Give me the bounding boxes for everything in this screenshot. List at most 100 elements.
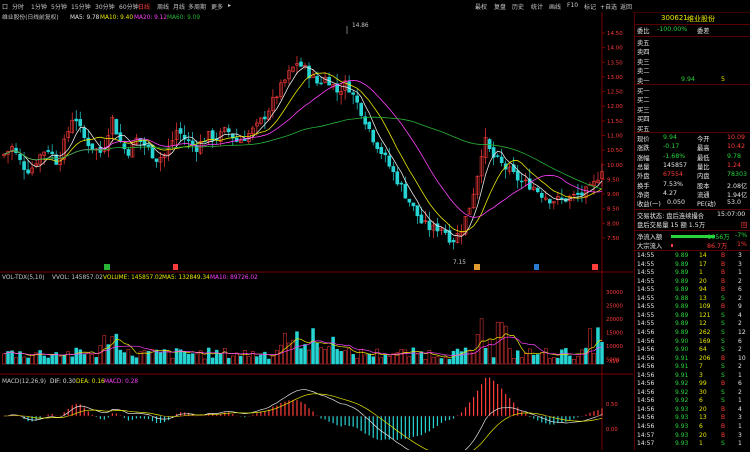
tab-9[interactable]: 多周期 — [188, 2, 206, 11]
volume-title: VOL-TDX(5,10) — [2, 275, 45, 281]
volume-label: VOLUME: 145857.02 — [103, 275, 163, 281]
tab-10[interactable]: 更多 — [211, 2, 223, 11]
candle — [539, 192, 544, 198]
volume-bar — [311, 328, 315, 365]
candle — [383, 152, 388, 156]
tab-0[interactable]: 分时 — [12, 2, 24, 11]
kline-chart-svg[interactable]: 维业股份(日线前复权) MA5: 9.78 MA10: 9.40 MA20: 9… — [0, 12, 633, 452]
tab-8[interactable]: 月线 — [173, 2, 185, 11]
macd-axis-tick: 0.50 — [606, 402, 618, 408]
volume-bar — [451, 350, 456, 365]
tab-7[interactable]: 周线 — [157, 2, 169, 11]
candle — [576, 192, 580, 195]
macd-axis-tick: 0.00 — [606, 427, 618, 433]
tab-3[interactable]: 15分钟 — [71, 2, 91, 11]
event-marker[interactable] — [534, 264, 539, 270]
volume-bar — [556, 357, 560, 365]
volume-bar — [62, 354, 66, 365]
toolbar-item-5[interactable]: F10 — [567, 2, 578, 9]
volume-bar — [411, 347, 416, 365]
toolbar-item-2[interactable]: 历史 — [512, 2, 524, 11]
tick-row: 14:56 9.91 3 S 1 — [637, 371, 742, 379]
tab-6[interactable]: 日线 — [138, 2, 150, 11]
toolbar-item-8[interactable]: 返回 — [620, 2, 632, 11]
toolbar-item-3[interactable]: 统计 — [531, 2, 543, 11]
candle — [22, 161, 26, 170]
weibi-row: 委比 -100.00% 委差 — [637, 26, 710, 35]
event-marker[interactable] — [474, 264, 480, 270]
tick-row: 14:56 9.92 30 S 2 — [637, 388, 742, 396]
price-axis-tick: 11.00 — [607, 134, 623, 140]
candle — [126, 149, 131, 156]
volume-bar — [483, 348, 488, 365]
candle — [18, 153, 22, 160]
volume-bar — [515, 350, 520, 365]
volume-bar — [295, 331, 299, 365]
quote-row: 总量 145857 量比 1.24 — [637, 161, 742, 171]
volume-bar — [174, 348, 179, 365]
volume-bar — [50, 354, 54, 365]
candle — [90, 143, 95, 151]
candle — [263, 116, 267, 120]
candle — [46, 150, 50, 152]
tab-4[interactable]: 30分钟 — [95, 2, 115, 11]
tick-row: 14:56 9.91 206 B 10 — [637, 354, 746, 362]
ma20-label: MA20: 9.12 — [134, 15, 167, 21]
candle — [515, 170, 520, 181]
toolbar-item-7[interactable]: +自选 — [600, 2, 617, 11]
volume-bar — [568, 355, 572, 365]
tab-5[interactable]: 60分钟 — [119, 2, 139, 11]
tab-2[interactable]: 5分钟 — [51, 2, 67, 11]
home-icon[interactable]: 口 — [2, 2, 8, 11]
candle — [355, 95, 359, 103]
tick-row: 14:56 9.92 99 B 6 — [637, 380, 742, 388]
volume-bar — [38, 350, 42, 365]
volume-bar — [82, 354, 87, 365]
candle — [399, 182, 404, 185]
candle — [178, 128, 183, 134]
vvol-label: VVOL: 145857.02 — [52, 275, 103, 281]
candle — [190, 140, 195, 145]
volume-axis-tick: 25000 — [606, 304, 623, 310]
tick-row: 14:55 9.89 12 S 2 — [637, 320, 742, 328]
candle — [548, 199, 552, 204]
toolbar-item-0[interactable]: 最权 — [475, 2, 487, 11]
toolbar-item-6[interactable]: 标记 — [584, 2, 596, 11]
chart-area[interactable]: 维业股份(日线前复权) MA5: 9.78 MA10: 9.40 MA20: 9… — [0, 12, 633, 452]
volume-bar — [351, 354, 355, 365]
event-marker[interactable] — [173, 264, 178, 270]
tab-1[interactable]: 1分钟 — [31, 2, 47, 11]
trade-status: 交易状态: 盘后连续撮合 15:07:00 — [637, 211, 746, 220]
volume-axis-tick: 15000 — [606, 331, 623, 337]
candle — [419, 214, 424, 224]
volume-bar — [584, 347, 588, 365]
price-axis-tick: 14.00 — [607, 46, 623, 52]
candle — [560, 197, 564, 200]
volume-bar — [419, 351, 424, 365]
quote-row: 涨跌 -0.17 最高 10.42 — [637, 143, 746, 153]
ask-row: 卖二 — [637, 68, 650, 76]
volume-bar — [226, 357, 231, 365]
volume-bar — [315, 342, 319, 365]
volume-bar — [564, 348, 568, 365]
tick-row: 14:56 9.93 6 B 1 — [637, 423, 742, 430]
bid-row: 买三 — [637, 106, 650, 114]
toolbar-item-1[interactable]: 复盘 — [494, 2, 506, 11]
event-marker[interactable] — [104, 264, 110, 270]
volume-bar — [303, 344, 307, 365]
price-axis-tick: 8.50 — [607, 207, 620, 213]
volume-bar — [46, 357, 50, 365]
volume-bar — [182, 351, 187, 365]
candle — [122, 143, 127, 150]
volume-bar — [560, 349, 564, 365]
price-axis-tick: 9.00 — [607, 192, 620, 198]
macd-dif-label: DIF: 0.30 — [50, 379, 76, 385]
candle — [387, 155, 392, 167]
ask-row: 卖五 — [637, 40, 650, 47]
candle — [403, 184, 408, 199]
candle — [375, 142, 380, 149]
more-arrow-icon[interactable]: ▸ — [228, 2, 231, 9]
toolbar-item-4[interactable]: 画线 — [549, 2, 561, 11]
event-marker[interactable] — [592, 264, 598, 270]
candle — [495, 155, 500, 157]
